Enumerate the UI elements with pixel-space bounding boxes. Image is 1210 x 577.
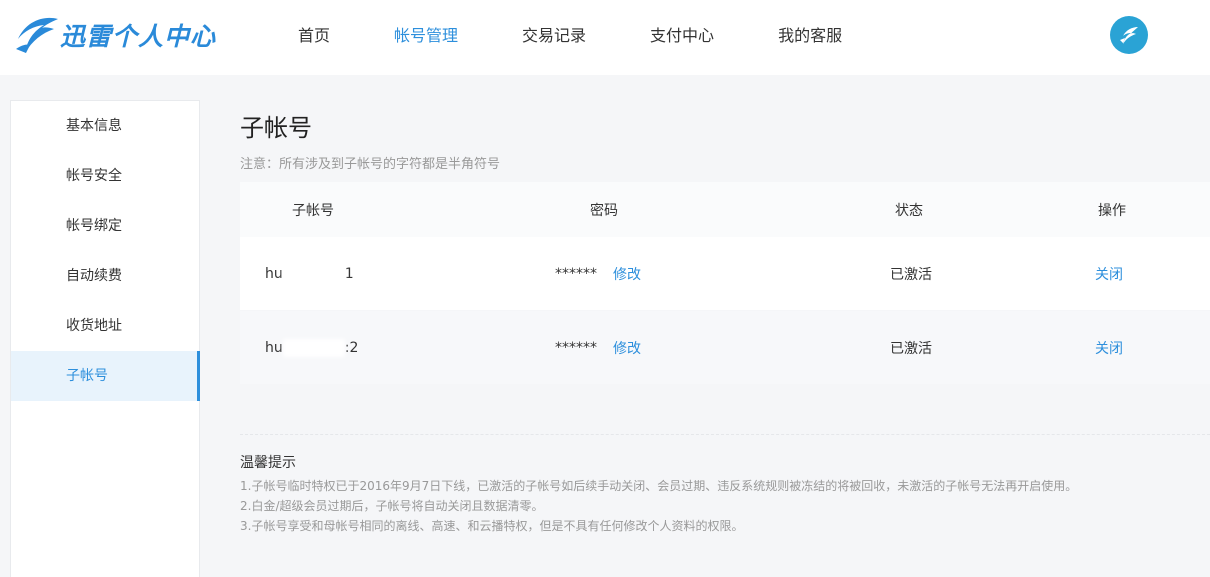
password-cell: ****** 修改 <box>385 338 745 358</box>
nav-item-payment-center[interactable]: 支付中心 <box>618 0 746 75</box>
sidebar-item-account-security[interactable]: 帐号安全 <box>11 151 199 201</box>
brand-title: 迅雷个人中心 <box>60 22 217 51</box>
header-status: 状态 <box>895 202 923 219</box>
sidebar-item-shipping-address[interactable]: 收货地址 <box>11 301 199 351</box>
tip-line: 1.子帐号临时特权已于2016年9月7日下线，已激活的子帐号如后续手动关闭、会员… <box>240 479 1078 493</box>
sidebar-item-sub-accounts[interactable]: 子帐号 <box>11 351 200 401</box>
user-avatar[interactable] <box>1110 16 1148 54</box>
sidebar-item-auto-renewal[interactable]: 自动续费 <box>11 251 199 301</box>
account-suffix: :2 <box>344 339 359 356</box>
top-header: 迅雷个人中心 首页 帐号管理 交易记录 支付中心 我的客服 <box>0 0 1210 75</box>
header-password: 密码 <box>590 202 618 219</box>
nav-item-account-management[interactable]: 帐号管理 <box>362 0 490 75</box>
account-suffix: 1 <box>344 265 354 282</box>
close-sub-account-link[interactable]: 关闭 <box>1095 267 1123 283</box>
password-cell: ****** 修改 <box>385 264 745 284</box>
page-title: 子帐号 <box>240 114 312 142</box>
sidebar-item-account-binding[interactable]: 帐号绑定 <box>11 201 199 251</box>
header-operation: 操作 <box>1098 202 1126 219</box>
xunlei-bird-icon <box>16 17 58 54</box>
password-mask: ****** <box>555 265 597 282</box>
operation-cell: 关闭 <box>1035 338 1205 358</box>
account-cell: hu :2 <box>240 338 385 357</box>
nav-item-home[interactable]: 首页 <box>266 0 362 75</box>
account-cell: hu 1 <box>240 264 385 283</box>
account-prefix: hu <box>265 265 283 282</box>
password-mask: ****** <box>555 339 597 356</box>
table-row: hu 1 ****** 修改 已激活 关闭 <box>240 237 1210 310</box>
nav-item-customer-service[interactable]: 我的客服 <box>746 0 874 75</box>
nav-item-transactions[interactable]: 交易记录 <box>490 0 618 75</box>
brand-logo[interactable]: 迅雷个人中心 <box>14 10 216 60</box>
page-note: 注意：所有涉及到子帐号的字符都是半角符号 <box>240 157 501 172</box>
tips-list: 1.子帐号临时特权已于2016年9月7日下线，已激活的子帐号如后续手动关闭、会员… <box>240 476 1077 536</box>
main-content: 子帐号 注意：所有涉及到子帐号的字符都是半角符号 子帐号 密码 状态 操作 hu… <box>240 100 1210 533</box>
sidebar-item-basic-info[interactable]: 基本信息 <box>11 101 199 151</box>
sub-account-table: 子帐号 密码 状态 操作 hu 1 ****** 修改 已激活 关闭 hu:2… <box>240 182 1210 384</box>
table-row: hu :2 ****** 修改 已激活 关闭 <box>240 311 1210 384</box>
main-nav: 首页 帐号管理 交易记录 支付中心 我的客服 <box>266 0 874 75</box>
header-account: 子帐号 <box>292 202 334 219</box>
redacted-region <box>282 338 345 357</box>
xunlei-bird-avatar-icon <box>1120 27 1138 44</box>
operation-cell: 关闭 <box>1035 264 1205 284</box>
close-sub-account-link[interactable]: 关闭 <box>1095 341 1123 357</box>
tip-line: 2.白金/超级会员过期后，子帐号将自动关闭且数据清零。 <box>240 499 544 513</box>
section-divider <box>240 434 1210 435</box>
account-prefix: hu <box>265 339 283 356</box>
tips-title: 温馨提示 <box>240 455 296 471</box>
edit-password-link[interactable]: 修改 <box>613 264 641 284</box>
table-header: 子帐号 密码 状态 操作 <box>240 182 1210 237</box>
tip-line: 3.子帐号享受和母帐号相同的离线、高速、和云播特权，但是不具有任何修改个人资料的… <box>240 519 744 533</box>
status-cell: 已激活 <box>890 340 932 357</box>
edit-password-link[interactable]: 修改 <box>613 338 641 358</box>
status-cell: 已激活 <box>890 266 932 283</box>
sidebar: 基本信息 帐号安全 帐号绑定 自动续费 收货地址 子帐号 <box>10 100 200 577</box>
redacted-region <box>282 264 345 283</box>
